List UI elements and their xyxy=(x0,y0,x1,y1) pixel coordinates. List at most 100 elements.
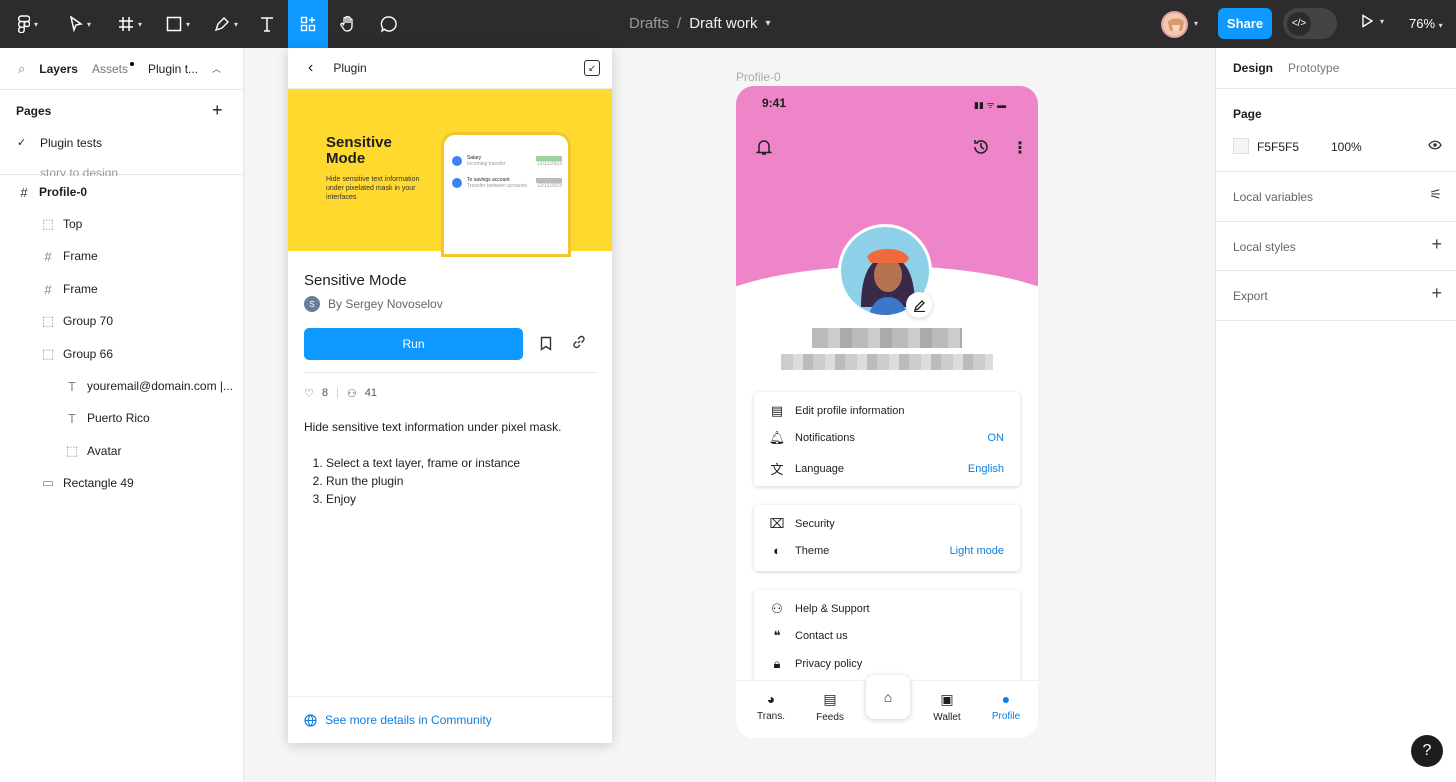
history-icon[interactable] xyxy=(972,138,990,161)
frame-icon: # xyxy=(44,248,52,264)
page-story-to-design[interactable]: story to design xyxy=(40,166,118,176)
layer-row[interactable]: T youremail@domain.com |... xyxy=(65,376,233,396)
plugin-window: ‹ Plugin ↙ Sensitive Mode Hide sensitive… xyxy=(288,48,612,743)
move-tool[interactable]: ▾ xyxy=(62,0,98,48)
step-item: Run the plugin xyxy=(326,472,596,490)
add-export-icon[interactable]: + xyxy=(1431,283,1442,304)
tab-design[interactable]: Design xyxy=(1233,61,1273,75)
search-icon[interactable]: ⌕ xyxy=(18,61,25,77)
breadcrumb: Drafts / Draft work ▾ xyxy=(629,15,771,32)
menu-row-help[interactable]: ⚇ Help & Support xyxy=(768,601,1004,617)
row-label: Notifications xyxy=(795,432,855,444)
main-menu-button[interactable]: ▾ xyxy=(12,0,44,48)
help-button[interactable]: ? xyxy=(1411,735,1443,767)
chevron-down-icon: ▾ xyxy=(33,19,38,29)
share-button[interactable]: Share xyxy=(1218,8,1272,39)
frame-tool[interactable]: ▾ xyxy=(112,0,148,48)
chevron-up-icon[interactable]: ︿ xyxy=(212,62,221,75)
local-styles-section[interactable]: Local styles + xyxy=(1216,222,1456,271)
menu-row-contact[interactable]: ❝ Contact us xyxy=(768,628,1004,644)
bookmark-icon[interactable] xyxy=(540,336,552,354)
rectangle-icon xyxy=(166,16,182,32)
menu-row-theme[interactable]: ◐ Theme Light mode xyxy=(768,543,1004,558)
home-icon: ⌂ xyxy=(883,689,893,705)
pen-icon xyxy=(214,17,229,32)
pen-tool[interactable]: ▾ xyxy=(208,0,244,48)
chevron-down-icon[interactable]: ▾ xyxy=(1194,19,1198,28)
more-icon[interactable]: ⋮ xyxy=(1012,138,1028,158)
export-section[interactable]: Export + xyxy=(1216,271,1456,321)
layer-row[interactable]: T Puerto Rico xyxy=(65,408,150,428)
layer-row[interactable]: ⬚ Group 70 xyxy=(41,311,113,331)
comment-icon xyxy=(380,16,397,33)
layer-row[interactable]: ⬚ Top xyxy=(41,214,83,234)
frame-label[interactable]: Profile-0 xyxy=(736,70,781,84)
menu-row-notifications[interactable]: 🔔︎ Notifications ON xyxy=(768,430,1004,446)
layer-row[interactable]: ⬚ Group 66 xyxy=(41,344,113,364)
step-item: Select a text layer, frame or instance xyxy=(326,454,596,472)
bell-icon[interactable] xyxy=(755,138,773,161)
layer-row[interactable]: # Frame xyxy=(41,246,97,266)
link-icon[interactable] xyxy=(571,334,587,353)
color-swatch[interactable] xyxy=(1233,138,1249,154)
file-title[interactable]: Draft work xyxy=(689,15,757,32)
hand-tool[interactable] xyxy=(336,0,360,48)
back-icon[interactable]: ‹ xyxy=(308,59,313,77)
page-opacity-value[interactable]: 100% xyxy=(1331,140,1362,154)
sliders-icon[interactable]: ⚟ xyxy=(1429,186,1442,203)
chevron-down-icon[interactable]: ▾ xyxy=(766,18,771,29)
menu-row-language[interactable]: 文 Language English xyxy=(768,459,1004,478)
profile-frame[interactable]: 9:41 ▮▮ ᯤ ▬ ⋮ ▤ Edit profile information… xyxy=(736,86,1038,738)
row-value: ON xyxy=(987,432,1005,444)
layer-row[interactable]: # Frame xyxy=(41,279,97,299)
pages-section: Pages + ✓ Plugin tests story to design xyxy=(0,89,243,176)
menu-row-security[interactable]: ⌧ Security xyxy=(768,516,1004,532)
expand-icon[interactable]: ↙ xyxy=(584,60,600,76)
nav-profile[interactable]: ● Profile xyxy=(981,691,1031,722)
text-tool[interactable] xyxy=(256,0,278,48)
add-style-icon[interactable]: + xyxy=(1431,234,1442,255)
tab-plugin[interactable]: Plugin t... xyxy=(148,62,198,76)
shape-tool[interactable]: ▾ xyxy=(160,0,196,48)
page-color-value[interactable]: F5F5F5 xyxy=(1257,140,1299,154)
settings-card: ▤ Edit profile information 🔔︎ Notificati… xyxy=(754,392,1020,486)
mock-text: Salary Incoming transfer xyxy=(467,155,506,167)
eye-icon[interactable] xyxy=(1428,139,1442,153)
help-icon: ⚇ xyxy=(771,601,783,616)
nav-feeds[interactable]: ▤ Feeds xyxy=(805,691,855,723)
user-avatar[interactable] xyxy=(1161,11,1188,38)
menu-row-privacy[interactable]: 🔒︎ Privacy policy xyxy=(768,656,1004,672)
edit-avatar-button[interactable] xyxy=(906,292,932,318)
tab-assets[interactable]: Assets xyxy=(92,62,128,76)
layer-row[interactable]: ▭ Rectangle 49 xyxy=(41,473,134,493)
layer-row[interactable]: # Profile-0 xyxy=(17,182,87,202)
page-plugin-tests[interactable]: Plugin tests xyxy=(40,136,102,150)
present-button[interactable]: ▾ xyxy=(1360,14,1384,28)
banner-phone-mockup: Salary Incoming transfer 12/12/2023 To sa… xyxy=(441,132,571,257)
masked-name xyxy=(812,328,962,348)
nav-home[interactable]: ⌂ xyxy=(866,675,910,719)
users-count: 41 xyxy=(364,387,377,399)
nav-wallet[interactable]: ▣ Wallet xyxy=(922,691,972,723)
newspaper-icon: ▤ xyxy=(823,691,837,707)
pencil-icon xyxy=(913,299,925,312)
banner-description: Hide sensitive text information under pi… xyxy=(326,176,420,201)
zoom-dropdown[interactable]: 76% ▾ xyxy=(1409,16,1443,31)
layer-row[interactable]: ⬚ Avatar xyxy=(65,441,122,461)
zoom-value: 76% xyxy=(1409,16,1436,31)
tab-layers[interactable]: Layers xyxy=(39,62,78,76)
dev-mode-toggle[interactable]: </> xyxy=(1283,8,1337,39)
pie-chart-icon: ◕ xyxy=(766,691,776,707)
nav-trans[interactable]: ◕ Trans. xyxy=(746,691,796,722)
globe-icon xyxy=(304,713,317,727)
comment-tool[interactable] xyxy=(377,0,401,48)
run-button[interactable]: Run xyxy=(304,328,523,360)
add-page-icon[interactable]: + xyxy=(212,100,223,121)
menu-row-edit-profile[interactable]: ▤ Edit profile information xyxy=(768,403,1004,419)
resources-tool[interactable] xyxy=(288,0,328,48)
bottom-nav: ◕ Trans. ▤ Feeds ⌂ ▣ Wallet ● Profile xyxy=(736,675,1038,738)
tab-prototype[interactable]: Prototype xyxy=(1288,61,1339,75)
community-link[interactable]: See more details in Community xyxy=(288,696,612,743)
local-variables-section[interactable]: Local variables ⚟ xyxy=(1216,172,1456,222)
breadcrumb-drafts[interactable]: Drafts xyxy=(629,15,669,32)
